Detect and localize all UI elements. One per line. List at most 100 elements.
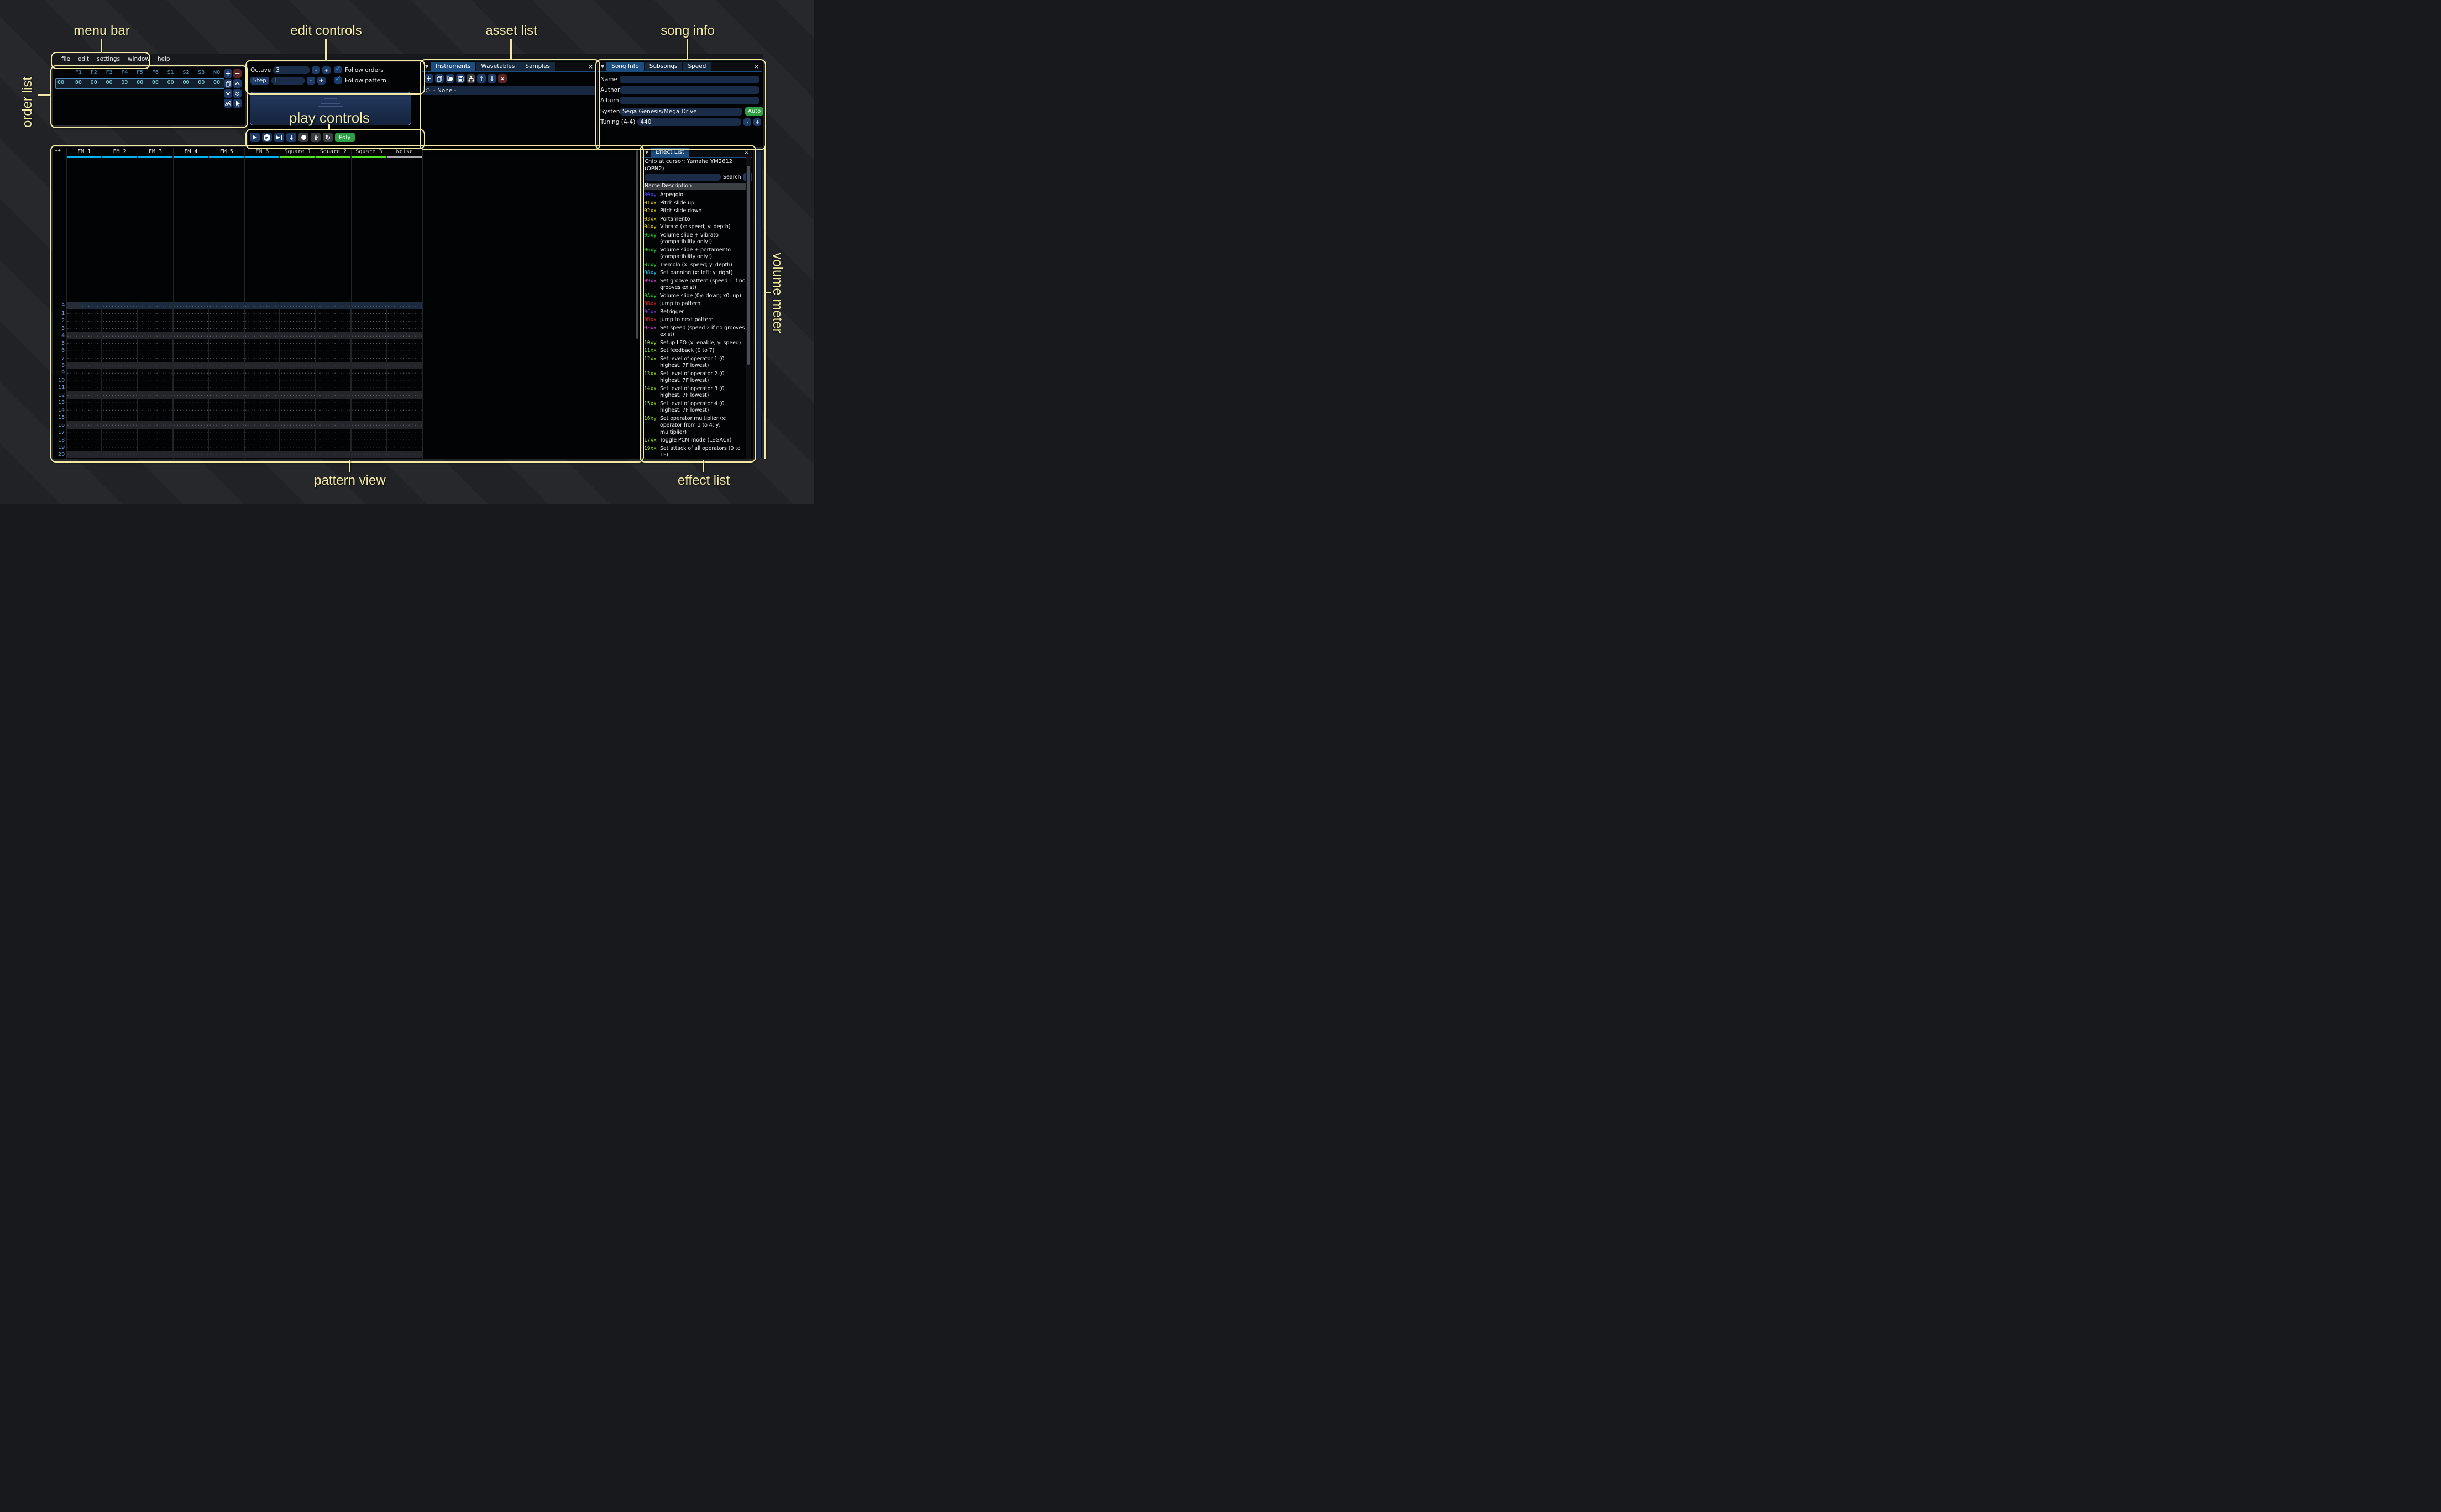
pattern-cell[interactable]: ............ xyxy=(387,444,422,451)
order-cell-F2[interactable]: 00 xyxy=(86,80,102,86)
pattern-cell[interactable]: ............ xyxy=(316,332,351,339)
pattern-cell[interactable]: ............ xyxy=(316,421,351,428)
effect-row-0Bxx[interactable]: 0BxxJump to pattern xyxy=(644,300,749,308)
menu-item-window[interactable]: window xyxy=(124,56,154,62)
pattern-cell[interactable]: ............ xyxy=(209,429,244,436)
pattern-cell[interactable]: ............ xyxy=(102,324,137,332)
pattern-cell[interactable]: ............ xyxy=(316,436,351,443)
pattern-cell[interactable]: ............ xyxy=(173,369,208,376)
effect-row-0Fxx[interactable]: 0FxxSet speed (speed 2 if no grooves exi… xyxy=(644,324,749,339)
pattern-row[interactable]: 5.......................................… xyxy=(53,339,422,347)
pattern-cell[interactable]: ............ xyxy=(66,324,102,332)
pattern-cell[interactable]: ............ xyxy=(173,451,208,458)
pattern-cell[interactable]: ............ xyxy=(209,369,244,376)
pattern-cell[interactable]: ............ xyxy=(102,347,137,354)
pattern-row[interactable]: 13......................................… xyxy=(53,399,422,406)
pattern-cell[interactable]: ............ xyxy=(66,317,102,324)
effect-row-03xx[interactable]: 03xxPortamento xyxy=(644,216,749,224)
name-input[interactable] xyxy=(620,76,759,83)
pattern-cursor-cell[interactable] xyxy=(66,302,81,309)
pattern-row[interactable]: 19......................................… xyxy=(53,444,422,451)
pattern-cell[interactable]: ............ xyxy=(173,414,208,421)
order-move-down-button[interactable] xyxy=(224,89,232,98)
channel-header-fm-2[interactable]: FM 2 xyxy=(102,149,137,155)
order-header-S1[interactable]: S1 xyxy=(163,70,179,76)
pattern-cell[interactable]: ............ xyxy=(209,354,244,361)
tab-effect-list[interactable]: Effect List xyxy=(651,148,689,157)
pattern-cell[interactable]: ............ xyxy=(102,369,137,376)
pattern-cell[interactable]: ............ xyxy=(351,444,386,451)
pattern-cell[interactable]: ............ xyxy=(209,406,244,413)
pattern-cell[interactable]: ............ xyxy=(244,436,280,443)
pattern-cell[interactable]: ............ xyxy=(316,451,351,458)
channel-header-square-1[interactable]: Square 1 xyxy=(280,149,315,155)
octave-input[interactable] xyxy=(273,66,310,74)
pattern-cell[interactable]: ............ xyxy=(66,354,102,361)
pattern-cell[interactable]: ............ xyxy=(351,309,386,317)
pattern-cell[interactable]: ............ xyxy=(387,354,422,361)
pattern-corner-label[interactable]: ++ xyxy=(55,148,61,154)
pattern-cell[interactable]: ............ xyxy=(66,362,102,369)
asset-move-down-button[interactable]: ↓ xyxy=(488,74,496,83)
pattern-cell[interactable]: ............ xyxy=(351,384,386,391)
pattern-cell[interactable]: ............ xyxy=(209,317,244,324)
pattern-cell[interactable]: ............ xyxy=(138,421,173,428)
pattern-cell[interactable]: ............ xyxy=(280,347,315,354)
pattern-cell[interactable]: ............ xyxy=(138,324,173,332)
pattern-cell[interactable]: ............ xyxy=(387,421,422,428)
pattern-cell[interactable]: ............ xyxy=(173,354,208,361)
author-input[interactable] xyxy=(620,86,759,94)
pattern-cell[interactable]: ............ xyxy=(173,324,208,332)
pattern-cell[interactable]: ............ xyxy=(173,347,208,354)
pattern-cell[interactable]: ............ xyxy=(387,369,422,376)
pattern-cell[interactable]: ............ xyxy=(66,399,102,406)
order-cell-S3[interactable]: 00 xyxy=(193,80,209,86)
pattern-cell[interactable]: ............ xyxy=(351,362,386,369)
pattern-cell[interactable]: ............ xyxy=(244,391,280,398)
order-change-all-button[interactable] xyxy=(233,99,242,108)
pattern-cell[interactable]: ............ xyxy=(244,324,280,332)
menu-item-file[interactable]: file xyxy=(57,56,74,62)
effect-row-12xx[interactable]: 12xxSet level of operator 1 (0 highest, … xyxy=(644,355,749,370)
tab-instruments[interactable]: Instruments xyxy=(431,62,475,71)
effect-row-06xy[interactable]: 06xyVolume slide + portamento (compatibi… xyxy=(644,246,749,261)
pattern-cell[interactable]: ............ xyxy=(173,339,208,347)
pattern-cell[interactable]: ............ xyxy=(102,302,137,309)
pattern-cell[interactable]: ............ xyxy=(138,362,173,369)
pattern-cell[interactable]: ............ xyxy=(387,406,422,413)
effect-row-08xy[interactable]: 08xySet panning (x: left; y: right) xyxy=(644,269,749,277)
order-header-F6[interactable]: F6 xyxy=(148,70,163,76)
pattern-cell[interactable]: ............ xyxy=(66,444,102,451)
pattern-cell[interactable]: ............ xyxy=(209,377,244,384)
menu-item-settings[interactable]: settings xyxy=(93,56,124,62)
pattern-cell[interactable]: ............ xyxy=(316,362,351,369)
pattern-cell[interactable]: ............ xyxy=(102,444,137,451)
pattern-cell[interactable]: ............ xyxy=(280,429,315,436)
pattern-cell[interactable]: ............ xyxy=(316,429,351,436)
pattern-cell[interactable]: ............ xyxy=(173,406,208,413)
pattern-cell[interactable]: ............ xyxy=(316,406,351,413)
pattern-cell[interactable]: ............ xyxy=(387,339,422,347)
pattern-cell[interactable]: ............ xyxy=(280,414,315,421)
pattern-cell[interactable]: ............ xyxy=(351,347,386,354)
step-button[interactable]: Step xyxy=(250,77,269,85)
asset-directories-button[interactable] xyxy=(467,74,475,83)
oscilloscope[interactable] xyxy=(250,92,411,125)
pattern-cell[interactable]: ............ xyxy=(66,377,102,384)
menu-item-edit[interactable]: edit xyxy=(74,56,93,62)
repeat-pattern-button[interactable]: ↻ xyxy=(323,133,333,142)
pattern-cell[interactable]: ............ xyxy=(351,451,386,458)
pattern-cell[interactable]: ............ xyxy=(351,436,386,443)
order-duplicate-button[interactable] xyxy=(224,79,232,88)
pattern-cell[interactable]: ............ xyxy=(244,339,280,347)
pattern-cell[interactable]: ............ xyxy=(173,384,208,391)
order-row-index[interactable]: 00 xyxy=(57,80,64,86)
pattern-cell[interactable]: ............ xyxy=(173,332,208,339)
order-cell-F5[interactable]: 00 xyxy=(132,80,148,86)
pattern-row[interactable]: 16......................................… xyxy=(53,421,422,428)
pattern-cell[interactable]: ............ xyxy=(66,391,102,398)
pattern-cell[interactable]: ............ xyxy=(280,302,315,309)
pattern-cell[interactable]: ............ xyxy=(280,362,315,369)
pattern-cell[interactable]: ............ xyxy=(244,347,280,354)
asset-selected-row[interactable]: ○ - None - xyxy=(423,86,596,95)
